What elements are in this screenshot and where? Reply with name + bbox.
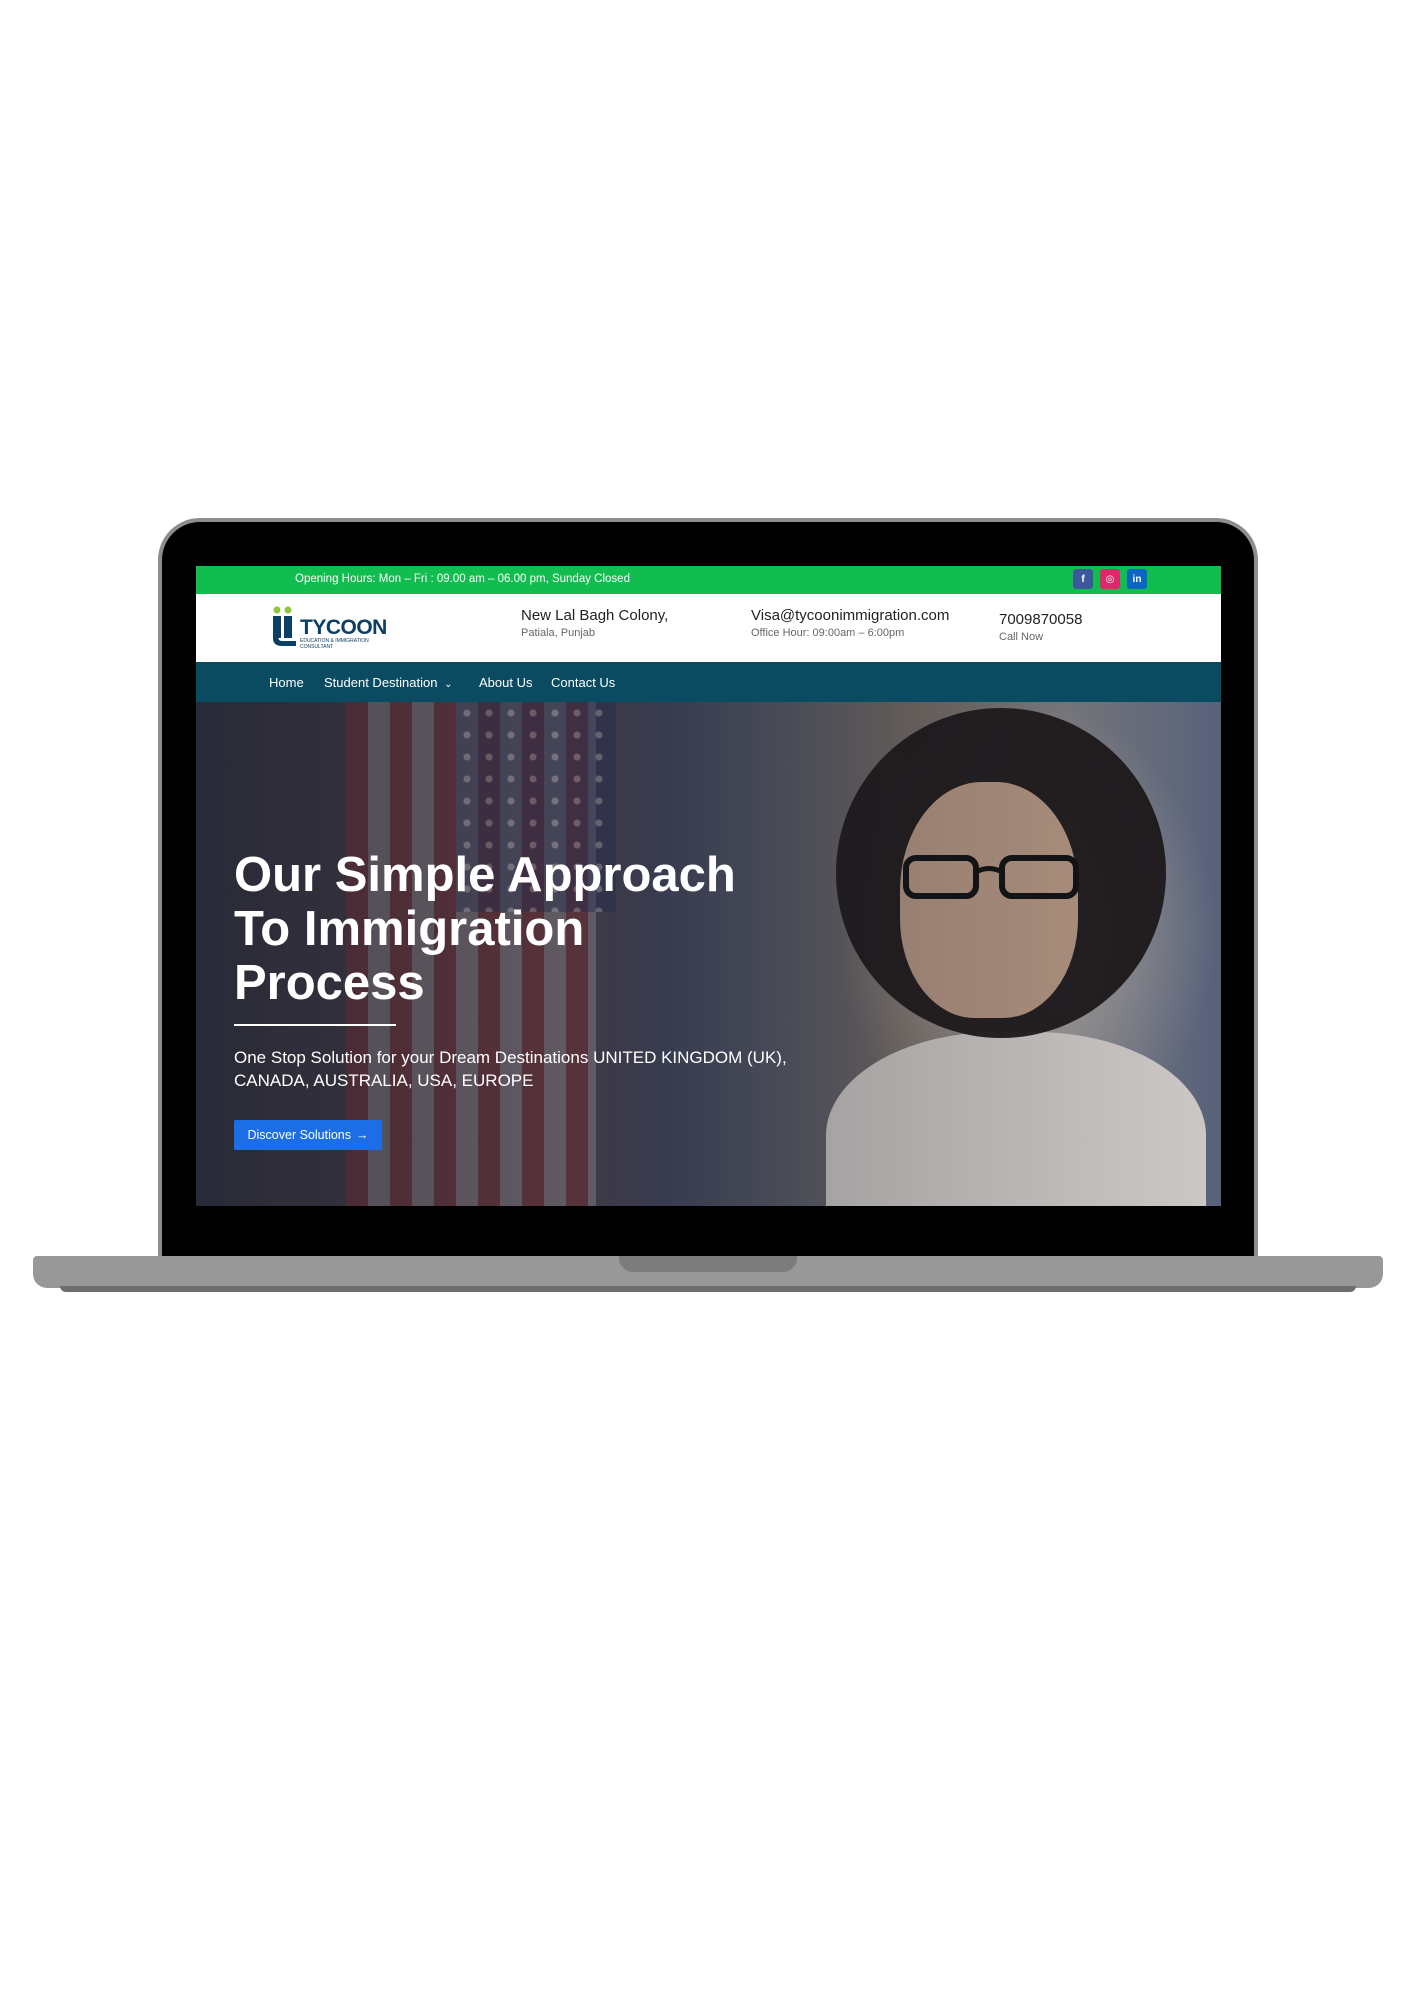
main-navigation: Home Student Destination ⌄ About Us Cont…	[196, 662, 1221, 702]
instagram-icon[interactable]: ◎	[1100, 569, 1120, 589]
linkedin-icon[interactable]: in	[1127, 569, 1147, 589]
hero-divider	[234, 1024, 396, 1026]
top-info-bar: Opening Hours: Mon – Fri : 09.00 am – 06…	[196, 566, 1221, 594]
tycoon-logo[interactable]: TYCOON EDUCATION & IMMIGRATION CONSULTAN…	[270, 602, 387, 652]
discover-solutions-button[interactable]: Discover Solutions →	[234, 1120, 382, 1150]
address-line-2: Patiala, Punjab	[521, 627, 595, 639]
logo-wordmark: TYCOON	[300, 616, 387, 639]
address-block: New Lal Bagh Colony, Patiala, Punjab	[521, 607, 668, 639]
nav-item-about-us[interactable]: About Us	[479, 675, 532, 690]
laptop-base-shadow	[60, 1286, 1356, 1292]
email-link[interactable]: Visa@tycoonimmigration.com	[751, 607, 949, 624]
nav-item-student-destination-label: Student Destination	[324, 675, 438, 690]
discover-solutions-label: Discover Solutions	[247, 1128, 351, 1142]
chevron-down-icon: ⌄	[444, 679, 453, 690]
facebook-icon[interactable]: f	[1073, 569, 1093, 589]
logo-tagline: EDUCATION & IMMIGRATION CONSULTANT	[300, 638, 369, 650]
hero-title-line-1: Our Simple Approach	[234, 848, 736, 902]
site-header: TYCOON EDUCATION & IMMIGRATION CONSULTAN…	[196, 594, 1221, 662]
hero-title: Our Simple Approach To Immigration Proce…	[234, 848, 794, 1010]
hero-title-line-2: To Immigration	[234, 902, 585, 956]
email-block: Visa@tycoonimmigration.com Office Hour: …	[751, 607, 949, 639]
nav-item-home[interactable]: Home	[269, 675, 304, 690]
social-links: f ◎ in	[1073, 569, 1147, 589]
call-now-label: Call Now	[999, 631, 1044, 643]
hero-subtitle: One Stop Solution for your Dream Destina…	[234, 1048, 787, 1090]
website-screen: Opening Hours: Mon – Fri : 09.00 am – 06…	[196, 566, 1221, 1206]
nav-item-student-destination[interactable]: Student Destination ⌄	[324, 675, 452, 690]
logo-mark-icon	[273, 606, 296, 646]
phone-block: 7009870058 Call Now	[999, 611, 1082, 643]
laptop-notch	[619, 1256, 797, 1272]
hero-section: Our Simple Approach To Immigration Proce…	[196, 702, 1221, 1206]
nav-item-contact-us[interactable]: Contact Us	[551, 675, 615, 690]
address-line-1: New Lal Bagh Colony,	[521, 607, 669, 624]
arrow-right-icon: →	[356, 1128, 369, 1142]
hero-title-line-3: Process	[234, 956, 425, 1010]
office-hours-text: Office Hour: 09:00am – 6:00pm	[751, 627, 905, 639]
opening-hours-text: Opening Hours: Mon – Fri : 09.00 am – 06…	[295, 573, 630, 585]
phone-number[interactable]: 7009870058	[999, 611, 1082, 628]
